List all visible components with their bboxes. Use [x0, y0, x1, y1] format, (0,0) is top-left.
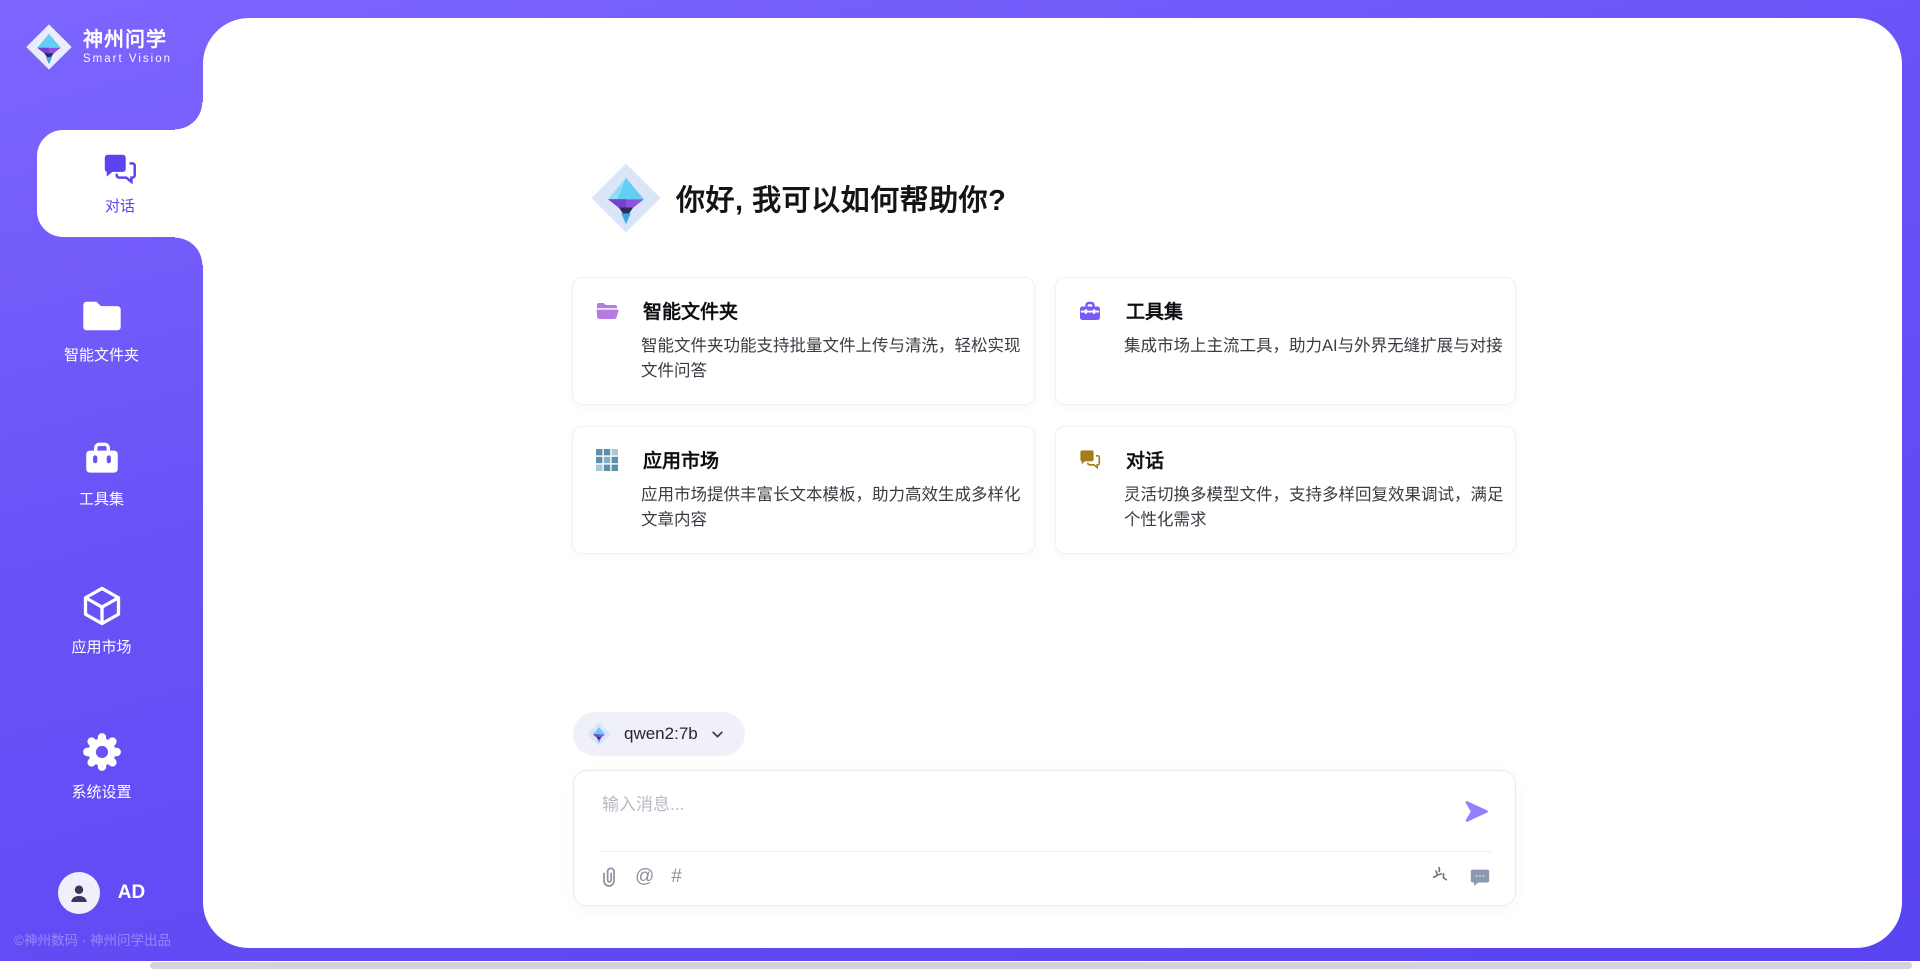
- chat-bubbles-icon: [101, 151, 139, 189]
- sidebar-item-app-market[interactable]: 应用市场: [0, 584, 203, 657]
- sidebar-item-toolset[interactable]: 工具集: [0, 438, 203, 509]
- horizontal-scrollbar: [0, 961, 1920, 970]
- message-composer: @ #: [573, 770, 1516, 906]
- sidebar-item-label: 对话: [105, 195, 135, 216]
- sidebar-item-label: 智能文件夹: [64, 344, 139, 365]
- brand-name: 神州问学: [83, 29, 172, 51]
- greeting-block: 你好, 我可以如何帮助你?: [588, 160, 1006, 236]
- chat-bubbles-icon: [1078, 448, 1102, 472]
- card-title: 智能文件夹: [643, 297, 738, 324]
- card-description: 灵活切换多模型文件，支持多样回复效果调试，满足个性化需求: [1124, 483, 1518, 533]
- sidebar: 神州问学 Smart Vision 对话 智能文件夹: [0, 0, 203, 970]
- send-icon[interactable]: [1463, 798, 1490, 825]
- composer-toolbar: @ #: [600, 866, 682, 888]
- toolbox-icon: [1078, 299, 1102, 323]
- message-input[interactable]: [600, 788, 1444, 846]
- briefcase-icon: [81, 438, 123, 480]
- grid-cube-icon: [595, 448, 619, 472]
- sidebar-item-label: 系统设置: [71, 781, 131, 802]
- card-description: 应用市场提供丰富长文本模板，助力高效生成多样化文章内容: [641, 483, 1035, 533]
- feature-cards: 智能文件夹 智能文件夹功能支持批量文件上传与清洗，轻松实现文件问答 工具集 集成…: [572, 277, 1516, 554]
- card-title: 工具集: [1126, 297, 1183, 324]
- brand-subtitle: Smart Vision: [83, 53, 172, 65]
- card-app-market[interactable]: 应用市场 应用市场提供丰富长文本模板，助力高效生成多样化文章内容: [572, 426, 1035, 554]
- copyright-text: ©神州数码 · 神州问学出品: [14, 929, 171, 949]
- sidebar-item-chat[interactable]: 对话: [37, 130, 203, 237]
- mention-icon[interactable]: @: [635, 866, 654, 888]
- folder-open-icon: [595, 299, 619, 323]
- sidebar-item-label: 工具集: [79, 488, 124, 509]
- attach-icon[interactable]: [600, 866, 618, 888]
- history-icon[interactable]: [1433, 867, 1454, 888]
- avatar: [58, 872, 100, 914]
- card-toolset[interactable]: 工具集 集成市场上主流工具，助力AI与外界无缝扩展与对接: [1055, 277, 1516, 405]
- composer-divider: [600, 851, 1491, 852]
- horizontal-scrollbar-thumb[interactable]: [150, 962, 1912, 969]
- gear-icon: [81, 731, 123, 773]
- chevron-down-icon: [710, 727, 725, 742]
- card-chat[interactable]: 对话 灵活切换多模型文件，支持多样回复效果调试，满足个性化需求: [1055, 426, 1516, 554]
- sidebar-item-smart-folder[interactable]: 智能文件夹: [0, 296, 203, 365]
- composer-right-toolbar: [1433, 866, 1491, 888]
- sidebar-item-label: 应用市场: [71, 636, 131, 657]
- card-description: 集成市场上主流工具，助力AI与外界无缝扩展与对接: [1124, 334, 1518, 359]
- brand-diamond-logo-icon: [24, 22, 74, 72]
- card-description: 智能文件夹功能支持批量文件上传与清洗，轻松实现文件问答: [641, 334, 1035, 384]
- user-profile[interactable]: AD: [0, 872, 203, 914]
- brand-block: 神州问学 Smart Vision: [24, 22, 172, 72]
- greeting-text: 你好, 我可以如何帮助你?: [676, 177, 1006, 219]
- card-title: 对话: [1126, 446, 1164, 473]
- card-smart-folder[interactable]: 智能文件夹 智能文件夹功能支持批量文件上传与清洗，轻松实现文件问答: [572, 277, 1035, 405]
- feedback-message-icon[interactable]: [1469, 866, 1491, 888]
- folder-icon: [80, 296, 124, 336]
- model-selector[interactable]: qwen2:7b: [573, 712, 745, 756]
- sidebar-item-settings[interactable]: 系统设置: [0, 731, 203, 802]
- user-name: AD: [118, 882, 145, 904]
- cube-icon: [80, 584, 124, 628]
- model-diamond-logo-icon: [586, 721, 612, 747]
- main-content-panel: 你好, 我可以如何帮助你? 智能文件夹 智能文件夹功能支持批量文件上传与清洗，轻…: [203, 18, 1902, 948]
- brand-diamond-logo-icon: [588, 160, 664, 236]
- card-title: 应用市场: [643, 446, 719, 473]
- model-name: qwen2:7b: [624, 724, 698, 744]
- hash-icon[interactable]: #: [671, 866, 682, 888]
